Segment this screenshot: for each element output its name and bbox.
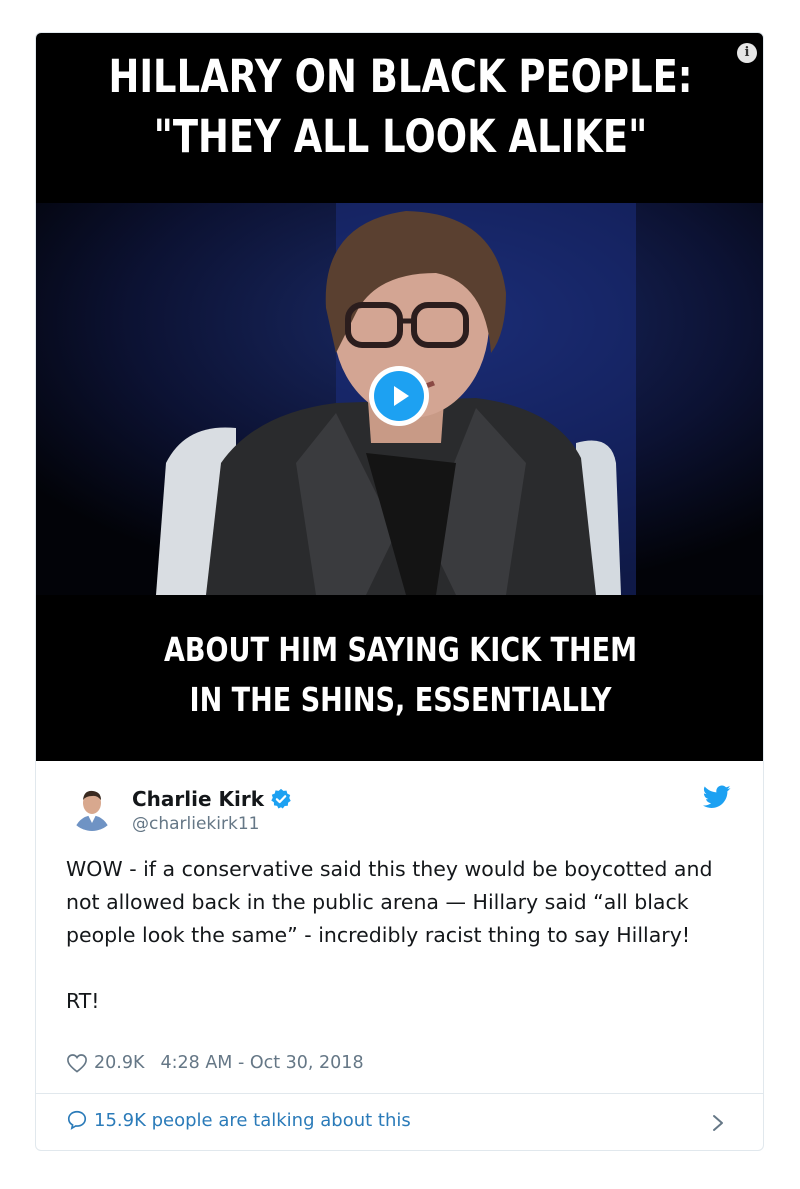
caption-line-1: ABOUT HIM SAYING KICK THEM bbox=[163, 630, 638, 669]
heart-icon[interactable] bbox=[66, 1053, 88, 1073]
video-caption: ABOUT HIM SAYING KICK THEM IN THE SHINS,… bbox=[102, 625, 700, 725]
video-thumbnail[interactable]: HILLARY ON BLACK PEOPLE: "THEY ALL LOOK … bbox=[36, 33, 763, 761]
verified-icon bbox=[271, 788, 291, 809]
tweet-meta: 20.9K 4:28 AM - Oct 30, 2018 bbox=[66, 1053, 364, 1073]
author-name-row: Charlie Kirk bbox=[132, 787, 292, 811]
tweet-timestamp[interactable]: 4:28 AM - Oct 30, 2018 bbox=[160, 1053, 363, 1073]
speech-bubble-icon bbox=[67, 1110, 87, 1130]
divider bbox=[36, 1093, 763, 1094]
author-handle[interactable]: @charliekirk11 bbox=[132, 814, 259, 834]
embedded-tweet-card: HILLARY ON BLACK PEOPLE: "THEY ALL LOOK … bbox=[35, 32, 764, 1151]
like-count[interactable]: 20.9K bbox=[94, 1053, 144, 1073]
headline-line-1: HILLARY ON BLACK PEOPLE: bbox=[108, 50, 693, 103]
conversation-count-text: 15.9K people are talking about this bbox=[94, 1109, 411, 1131]
headline-line-2: "THEY ALL LOOK ALIKE" bbox=[153, 110, 648, 163]
avatar[interactable] bbox=[68, 783, 116, 831]
conversation-link[interactable]: 15.9K people are talking about this bbox=[66, 1109, 411, 1131]
author-name[interactable]: Charlie Kirk bbox=[132, 787, 264, 811]
tweet-text: WOW - if a conservative said this they w… bbox=[66, 857, 713, 1013]
info-icon[interactable]: i bbox=[737, 43, 757, 63]
caption-line-2: IN THE SHINS, ESSENTIALLY bbox=[189, 680, 612, 719]
play-icon bbox=[374, 371, 424, 421]
chevron-right-icon[interactable] bbox=[711, 1113, 725, 1133]
play-button[interactable] bbox=[369, 366, 429, 426]
video-headline: HILLARY ON BLACK PEOPLE: "THEY ALL LOOK … bbox=[102, 47, 700, 167]
twitter-bird-icon[interactable] bbox=[703, 785, 731, 809]
